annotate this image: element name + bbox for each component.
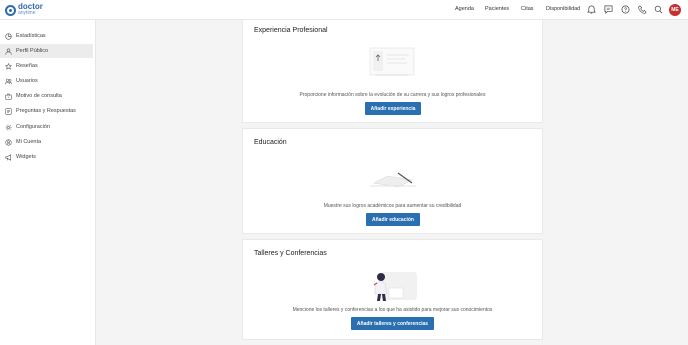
nav-agenda[interactable]: Agenda <box>455 6 474 12</box>
sidebar-item-public-profile[interactable]: Perfil Público <box>0 44 93 58</box>
sidebar: Estadísticas Perfil Público Reseñas Usua… <box>0 20 96 345</box>
gear-icon <box>5 124 12 130</box>
add-experience-button[interactable]: Añadir experiencia <box>365 102 421 115</box>
experience-illustration <box>369 47 415 76</box>
education-illustration <box>370 172 416 188</box>
chat-icon[interactable] <box>604 5 613 14</box>
sidebar-item-label: Configuración <box>16 124 50 130</box>
sidebar-item-consultation-reason[interactable]: Motivo de consulta <box>0 89 93 103</box>
section-description: Proporcione información sobre la evoluci… <box>299 92 486 98</box>
workshops-card: Talleres y Conferencias Mencione los tal… <box>242 239 543 340</box>
add-education-button[interactable]: Añadir educación <box>366 213 420 226</box>
sidebar-item-settings[interactable]: Configuración <box>0 120 93 134</box>
qa-icon <box>5 107 12 115</box>
sidebar-item-label: Perfil Público <box>16 48 49 54</box>
section-title: Talleres y Conferencias <box>254 250 327 257</box>
sidebar-item-statistics[interactable]: Estadísticas <box>0 29 93 43</box>
user-avatar[interactable]: ME <box>669 4 681 16</box>
brand-sub: anytime <box>18 10 36 16</box>
sidebar-item-users[interactable]: Usuarios <box>0 74 93 88</box>
education-card: Educación Muestre sus logros académicos … <box>242 128 543 234</box>
logo-icon <box>5 4 16 16</box>
sidebar-item-label: Estadísticas <box>16 33 46 39</box>
top-bar: doctor anytime Agenda Pacientes Citas Di… <box>0 0 688 20</box>
section-title: Educación <box>254 139 287 146</box>
sidebar-item-label: Mi Cuenta <box>16 139 42 145</box>
phone-icon[interactable] <box>638 5 647 14</box>
section-description: Mencione los talleres y conferencias a l… <box>292 307 493 313</box>
sidebar-item-label: Usuarios <box>16 78 38 84</box>
users-icon <box>5 78 12 84</box>
account-icon <box>5 138 12 146</box>
bell-icon[interactable] <box>587 5 596 14</box>
search-icon[interactable] <box>654 5 663 14</box>
add-workshops-button[interactable]: Añadir talleres y conferencias <box>351 317 434 330</box>
star-icon <box>5 62 12 70</box>
sidebar-item-widgets[interactable]: Widgets <box>0 150 93 164</box>
user-icon <box>5 48 12 55</box>
logo[interactable]: doctor anytime <box>5 3 43 17</box>
help-icon[interactable] <box>621 5 630 14</box>
sidebar-item-label: Reseñas <box>16 63 38 69</box>
nav-availability[interactable]: Disponibilidad <box>546 6 586 12</box>
brand-name: doctor <box>18 2 43 11</box>
nav-appointments[interactable]: Citas <box>521 6 534 12</box>
sidebar-item-questions-answers[interactable]: Preguntas y Respuestas <box>0 104 93 118</box>
sidebar-item-label: Preguntas y Respuestas <box>16 108 76 114</box>
briefcase-icon <box>5 93 12 100</box>
experience-card: Experiencia Profesional Proporcione info… <box>242 19 543 123</box>
megaphone-icon <box>5 153 11 161</box>
sidebar-item-label: Widgets <box>16 154 36 160</box>
workshops-illustration <box>373 272 417 301</box>
nav-patients[interactable]: Pacientes <box>485 6 509 12</box>
section-title: Experiencia Profesional <box>254 27 328 34</box>
section-description: Muestre sus logros académicos para aumen… <box>323 203 462 209</box>
sidebar-item-my-account[interactable]: Mi Cuenta <box>0 135 93 149</box>
chart-icon <box>5 32 12 40</box>
sidebar-item-reviews[interactable]: Reseñas <box>0 59 93 73</box>
sidebar-item-label: Motivo de consulta <box>16 93 62 99</box>
